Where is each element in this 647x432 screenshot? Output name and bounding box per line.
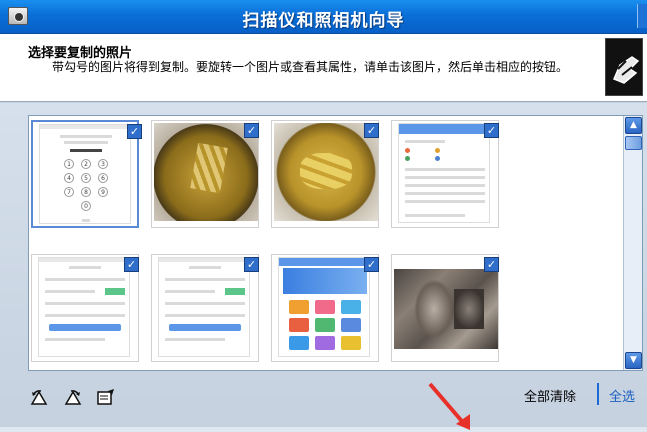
close-button[interactable] <box>637 4 647 28</box>
photo-checkbox[interactable]: ✓ <box>364 257 379 272</box>
photo-checkbox[interactable]: ✓ <box>484 123 499 138</box>
thumbnail-image <box>398 123 490 223</box>
thumbnail-image <box>274 123 378 221</box>
thumbnail-app-list-screenshot[interactable]: ✓ <box>391 120 499 228</box>
rotate-left-icon[interactable] <box>29 388 49 406</box>
rotate-right-icon[interactable] <box>63 388 83 406</box>
properties-icon[interactable] <box>96 388 116 406</box>
window-title: 扫描仪和照相机向导 <box>242 11 405 31</box>
photo-checkbox[interactable]: ✓ <box>484 257 499 272</box>
toolbar-separator <box>597 383 599 405</box>
title-bar: 扫描仪和照相机向导 <box>0 0 647 34</box>
photo-checkbox[interactable]: ✓ <box>244 257 259 272</box>
photo-checkbox[interactable]: ✓ <box>127 124 142 139</box>
scroll-thumb[interactable] <box>625 136 642 150</box>
scroll-up-button[interactable]: ▲ <box>625 117 642 134</box>
wizard-header: 选择要复制的照片 带勾号的图片将得到复制。要旋转一个图片或查看其属性，请单击该图… <box>0 34 647 102</box>
thumbnail-image <box>394 269 498 349</box>
thumbnail-bowl-photo-2[interactable]: ✓ <box>271 120 379 228</box>
main-area: 1 2 3 4 5 6 7 8 9 0 ✓ ✓ ✓ ✓ ✓ ✓ ✓ ✓ ▲ ▼ … <box>0 103 647 432</box>
clear-all-button[interactable]: 全部清除 <box>524 386 576 405</box>
vertical-scrollbar[interactable]: ▲ ▼ <box>623 116 642 370</box>
thumbnail-form-screenshot-2[interactable]: ✓ <box>151 254 259 362</box>
photo-gallery[interactable]: 1 2 3 4 5 6 7 8 9 0 ✓ ✓ ✓ ✓ ✓ ✓ ✓ ✓ ▲ ▼ <box>28 115 643 371</box>
thumbnail-app-grid-screenshot[interactable]: ✓ <box>271 254 379 362</box>
bottom-divider <box>0 427 647 432</box>
photo-checkbox[interactable]: ✓ <box>364 123 379 138</box>
thumbnail-keypad-screenshot[interactable]: 1 2 3 4 5 6 7 8 9 0 ✓ <box>31 120 142 228</box>
thumbnail-form-screenshot-1[interactable]: ✓ <box>31 254 139 362</box>
annotation-arrow-icon <box>428 382 470 430</box>
thumbnail-bowl-photo-1[interactable]: ✓ <box>151 120 259 228</box>
select-all-button[interactable]: 全选 <box>609 386 635 405</box>
thumbnail-image <box>154 123 258 221</box>
page-description: 带勾号的图片将得到复制。要旋转一个图片或查看其属性，请单击该图片，然后单击相应的… <box>52 60 569 74</box>
wizard-logo-icon <box>605 38 643 96</box>
scroll-down-button[interactable]: ▼ <box>625 352 642 369</box>
photo-checkbox[interactable]: ✓ <box>124 257 139 272</box>
thumbnail-image <box>38 257 130 357</box>
page-title: 选择要复制的照片 <box>28 46 133 61</box>
thumbnail-fabric-photo[interactable]: ✓ <box>391 254 499 362</box>
thumbnail-image <box>278 257 370 357</box>
thumbnail-image <box>158 257 250 357</box>
photo-checkbox[interactable]: ✓ <box>244 123 259 138</box>
thumbnail-image: 1 2 3 4 5 6 7 8 9 0 <box>39 124 131 224</box>
